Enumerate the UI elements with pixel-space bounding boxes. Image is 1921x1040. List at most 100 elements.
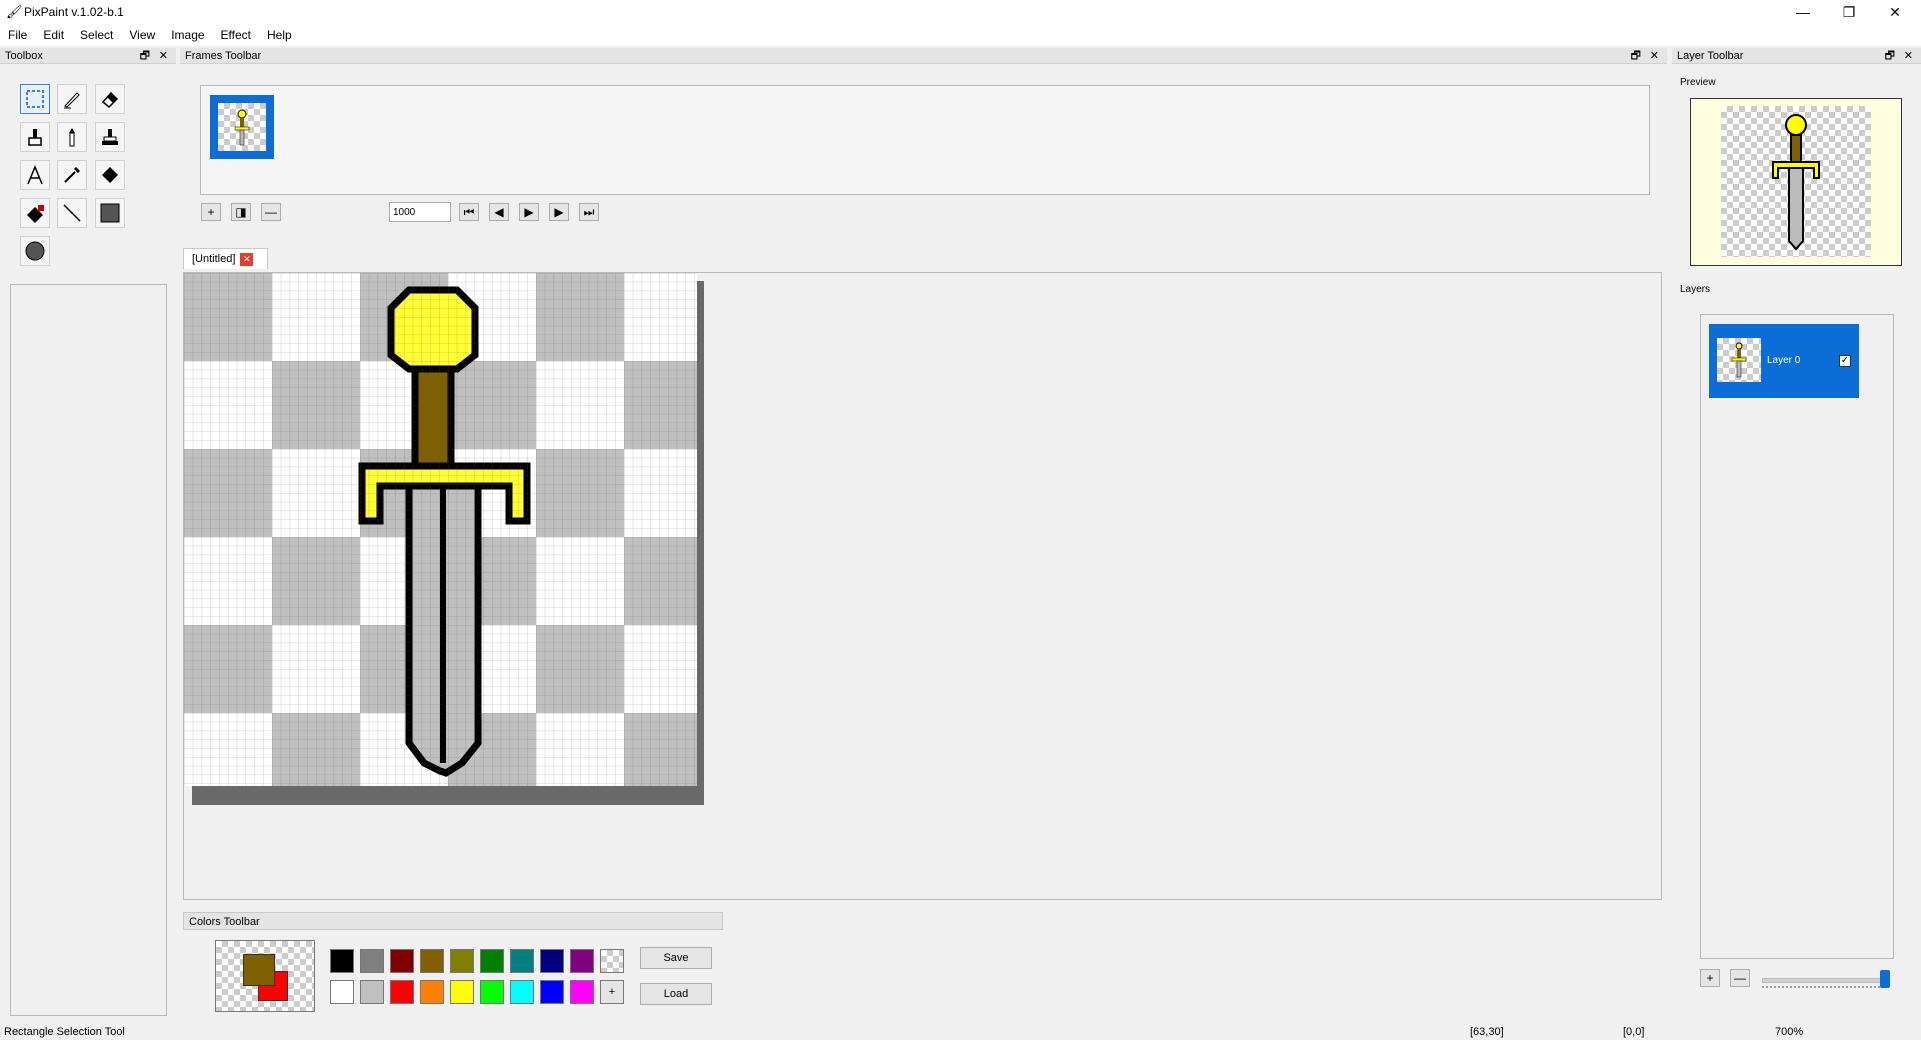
maximize-button[interactable]: ❐ (1826, 0, 1872, 24)
add-frame-button[interactable]: + (201, 203, 221, 221)
line-tool[interactable] (57, 198, 87, 228)
palette-swatch[interactable] (480, 980, 504, 1004)
status-zoom-level: 700% (1775, 1026, 1804, 1038)
preview-label: Preview (1680, 77, 1716, 88)
play-button[interactable]: ▶ (519, 203, 539, 221)
color-selector[interactable] (215, 940, 315, 1012)
menu-edit[interactable]: Edit (35, 28, 72, 42)
next-frame-button[interactable]: ▶ (549, 203, 569, 221)
toolbox-float-button[interactable]: 🗗 (140, 48, 150, 64)
frames-strip (200, 85, 1650, 195)
fill-tool[interactable] (95, 160, 125, 190)
palette-swatch[interactable] (420, 980, 444, 1004)
palette-swatch[interactable] (420, 949, 444, 973)
rectangle-select-tool[interactable] (20, 84, 50, 114)
palette-swatch[interactable] (450, 949, 474, 973)
stamp-tool[interactable] (95, 122, 125, 152)
primary-color-swatch[interactable] (243, 954, 275, 986)
palette-swatch[interactable] (510, 980, 534, 1004)
stamp-icon (102, 129, 118, 145)
rectangle-select-icon (26, 90, 44, 108)
brush-tool[interactable] (20, 122, 50, 152)
duplicate-frame-button[interactable]: ◨ (231, 203, 251, 221)
menu-image[interactable]: Image (163, 28, 212, 42)
palette-swatch[interactable] (480, 949, 504, 973)
layer-close-button[interactable]: ✕ (1904, 48, 1913, 64)
add-layer-button[interactable]: + (1700, 969, 1720, 987)
frames-toolbar-header: Frames Toolbar 🗗 ✕ (180, 48, 1667, 64)
frames-toolbar-title: Frames Toolbar (185, 50, 262, 62)
toolbox-close-button[interactable]: ✕ (159, 48, 168, 64)
palette-swatch[interactable] (360, 980, 384, 1004)
color-picker-tool[interactable] (57, 160, 87, 190)
eraser-tool[interactable] (95, 84, 125, 114)
eraser-icon (101, 91, 119, 109)
palette-swatch[interactable] (570, 980, 594, 1004)
colors-toolbar-title: Colors Toolbar (189, 916, 260, 928)
layer-item[interactable]: Layer 0 ✓ (1709, 324, 1859, 398)
preview-panel (1690, 98, 1902, 266)
minimize-button[interactable]: — (1780, 0, 1826, 24)
remove-frame-button[interactable]: — (261, 203, 281, 221)
palette-swatch[interactable] (570, 949, 594, 973)
layer-visible-checkbox[interactable]: ✓ (1839, 355, 1851, 367)
palette-swatch[interactable] (330, 949, 354, 973)
toolbox-title: Toolbox (5, 50, 43, 62)
palette-swatch[interactable] (540, 980, 564, 1004)
load-palette-button[interactable]: Load (640, 983, 712, 1005)
toolbox-header: Toolbox 🗗 ✕ (0, 48, 176, 64)
last-frame-button[interactable]: ⏭ (579, 203, 599, 221)
ellipse-tool[interactable] (20, 236, 50, 266)
palette-swatch[interactable] (330, 980, 354, 1004)
title-bar: 🖌 PixPaint v.1.02-b.1 — ❐ ✕ (0, 0, 1921, 24)
layer-float-button[interactable]: 🗗 (1885, 48, 1895, 64)
previous-frame-button[interactable]: ◀ (489, 203, 509, 221)
eyedropper-icon (64, 167, 80, 183)
document-tab-close-icon[interactable]: ✕ (240, 252, 254, 266)
text-tool[interactable] (20, 160, 50, 190)
color-palette: + (330, 949, 630, 1009)
spray-icon (69, 128, 75, 147)
layer-toolbar-header: Layer Toolbar 🗗 ✕ (1672, 48, 1921, 64)
remove-layer-button[interactable]: — (1730, 969, 1750, 987)
sword-thumbnail-icon (234, 109, 250, 146)
menu-bar: File Edit Select View Image Effect Help (0, 24, 1921, 46)
document-tab[interactable]: [Untitled] ✕ (183, 248, 268, 269)
status-cursor-position: [63,30] (1470, 1026, 1504, 1038)
opacity-slider-thumb[interactable] (1880, 970, 1890, 988)
replace-color-tool[interactable] (20, 198, 50, 228)
layer-toolbar-title: Layer Toolbar (1677, 50, 1744, 62)
line-icon (63, 204, 81, 222)
menu-file[interactable]: File (0, 28, 35, 42)
menu-select[interactable]: Select (72, 28, 121, 42)
first-frame-button[interactable]: ⏮ (459, 203, 479, 221)
pencil-icon (64, 92, 80, 109)
palette-swatch[interactable] (510, 949, 534, 973)
add-color-button[interactable]: + (600, 980, 624, 1004)
menu-effect[interactable]: Effect (213, 28, 259, 42)
save-palette-button[interactable]: Save (640, 947, 712, 969)
palette-swatch-transparent[interactable] (600, 949, 624, 973)
spray-tool[interactable] (57, 122, 87, 152)
palette-swatch[interactable] (540, 949, 564, 973)
pencil-tool[interactable] (57, 84, 87, 114)
frame-thumbnail[interactable] (210, 95, 274, 159)
menu-help[interactable]: Help (259, 28, 300, 42)
close-button[interactable]: ✕ (1872, 0, 1918, 24)
palette-swatch[interactable] (390, 949, 414, 973)
rectangle-tool[interactable] (95, 198, 125, 228)
status-selection-size: [0,0] (1623, 1026, 1645, 1038)
tool-options-panel (10, 284, 167, 1016)
palette-swatch[interactable] (360, 949, 384, 973)
palette-swatch[interactable] (450, 980, 474, 1004)
frame-interval-input[interactable] (389, 202, 451, 222)
brush-icon (28, 129, 42, 146)
layer-opacity-slider[interactable] (1762, 970, 1892, 990)
palette-swatch[interactable] (390, 980, 414, 1004)
menu-view[interactable]: View (121, 28, 163, 42)
drawing-canvas[interactable] (184, 273, 697, 786)
app-icon: 🖌 (6, 4, 23, 19)
frames-close-button[interactable]: ✕ (1650, 48, 1659, 64)
colors-toolbar-header: Colors Toolbar (183, 912, 723, 930)
frames-float-button[interactable]: 🗗 (1631, 48, 1641, 64)
